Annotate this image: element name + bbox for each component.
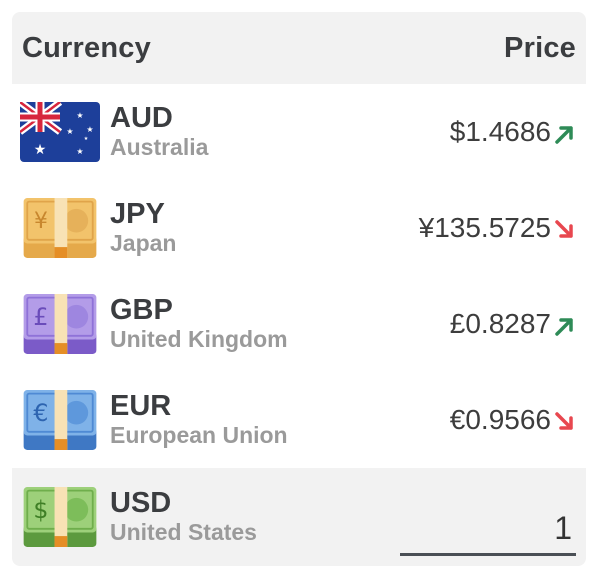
svg-text:★: ★ — [76, 147, 83, 156]
currency-code: AUD — [110, 102, 173, 134]
currency-table: Currency Price ★ ★ ★ ★ ★ ★ AUD Australia… — [12, 12, 586, 566]
currency-code: GBP — [110, 294, 173, 326]
price-column-header: Price — [504, 31, 576, 64]
pound-banknote-icon: £ — [23, 294, 97, 354]
currency-country: Japan — [110, 230, 177, 256]
svg-text:$: $ — [33, 496, 48, 524]
currency-price: £0.8287 — [449, 308, 551, 339]
trend-up-icon — [555, 126, 573, 144]
base-amount-input[interactable] — [400, 504, 576, 556]
base-currency-row-usd[interactable]: $ USD United States — [12, 468, 586, 566]
svg-text:★: ★ — [76, 111, 83, 120]
currency-row-eur[interactable]: € EUR European Union €0.9566 — [12, 372, 586, 468]
svg-text:★: ★ — [84, 136, 89, 142]
currency-code: USD — [110, 487, 172, 519]
trend-down-icon — [555, 412, 573, 430]
yen-banknote-icon: ¥ — [23, 198, 97, 258]
currency-price: ¥135.5725 — [418, 212, 551, 243]
currency-price: $1.4686 — [449, 116, 551, 147]
currency-country: United Kingdom — [110, 326, 288, 352]
currency-country: European Union — [110, 422, 288, 448]
currency-code: JPY — [110, 198, 165, 230]
euro-banknote-icon: € — [23, 390, 97, 450]
currency-price: €0.9566 — [449, 404, 551, 435]
currency-country: United States — [110, 519, 257, 545]
table-header: Currency Price — [12, 12, 586, 84]
currency-row-jpy[interactable]: ¥ JPY Japan ¥135.5725 — [12, 180, 586, 276]
trend-down-icon — [555, 220, 573, 238]
currency-country: Australia — [110, 134, 209, 160]
svg-text:★: ★ — [86, 125, 93, 134]
currency-row-aud[interactable]: ★ ★ ★ ★ ★ ★ AUD Australia $1.4686 — [12, 84, 586, 180]
trend-up-icon — [555, 318, 573, 336]
svg-text:€: € — [33, 399, 48, 427]
currency-row-gbp[interactable]: £ GBP United Kingdom £0.8287 — [12, 276, 586, 372]
currency-code: EUR — [110, 390, 172, 422]
australia-flag-icon: ★ ★ ★ ★ ★ ★ — [20, 102, 100, 162]
dollar-banknote-icon: $ — [23, 487, 97, 547]
svg-text:£: £ — [33, 303, 48, 331]
currency-column-header: Currency — [22, 31, 151, 64]
svg-text:★: ★ — [66, 127, 73, 136]
svg-text:★: ★ — [34, 142, 47, 158]
svg-text:¥: ¥ — [34, 209, 48, 234]
